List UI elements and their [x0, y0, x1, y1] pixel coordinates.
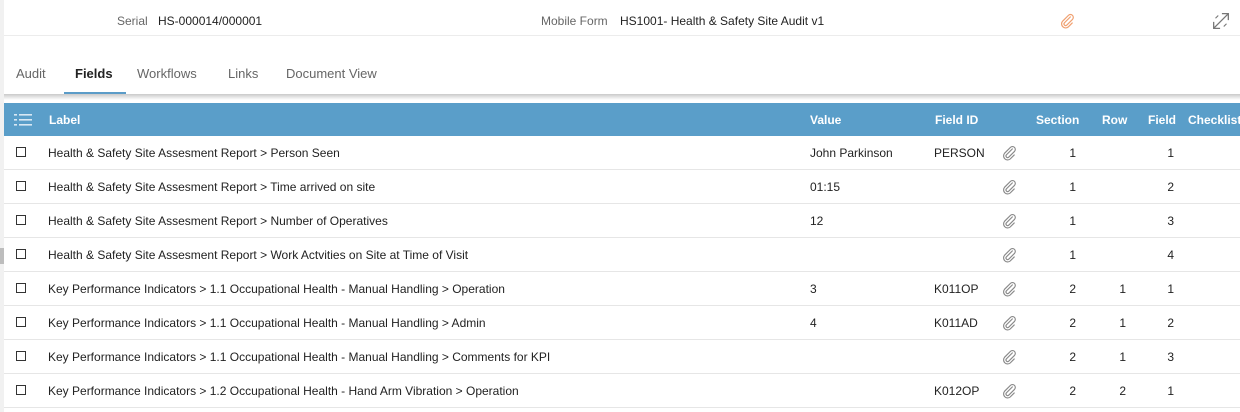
row-row: 1 — [1119, 282, 1126, 296]
row-field: 4 — [1167, 248, 1174, 262]
paperclip-icon[interactable] — [1000, 280, 1018, 298]
row-value: John Parkinson — [810, 146, 893, 160]
paperclip-icon[interactable] — [1000, 178, 1018, 196]
row-field-id: K012OP — [934, 384, 980, 398]
row-field: 3 — [1167, 214, 1174, 228]
record-header: Serial HS-000014/000001 Mobile Form HS10… — [4, 0, 1240, 36]
row-label: Key Performance Indicators > 1.1 Occupat… — [48, 282, 505, 296]
row-section: 2 — [1069, 316, 1076, 330]
row-row: 1 — [1119, 316, 1126, 330]
row-section: 2 — [1069, 350, 1076, 364]
serial-label: Serial — [117, 14, 148, 28]
row-field-id: PERSON — [934, 146, 985, 160]
row-label: Key Performance Indicators > 1.2 Occupat… — [48, 384, 519, 398]
list-menu-icon[interactable] — [14, 113, 32, 127]
row-label: Health & Safety Site Assesment Report > … — [48, 180, 376, 194]
row-checkbox[interactable] — [16, 181, 26, 191]
paperclip-icon[interactable] — [1000, 246, 1018, 264]
tab-document-view[interactable]: Document View — [286, 66, 377, 81]
row-checkbox[interactable] — [16, 147, 26, 157]
row-value: 12 — [810, 214, 824, 228]
row-field: 1 — [1167, 384, 1174, 398]
row-checkbox[interactable] — [16, 249, 26, 259]
row-row: 1 — [1119, 350, 1126, 364]
table-row[interactable]: Key Performance Indicators > 1.1 Occupat… — [4, 340, 1240, 374]
row-field: 1 — [1167, 282, 1174, 296]
row-value: 4 — [810, 316, 817, 330]
row-label: Key Performance Indicators > 1.1 Occupat… — [48, 350, 551, 364]
row-field: 2 — [1167, 180, 1174, 194]
fields-table: Label Value Field ID Section Row Field C… — [4, 103, 1240, 408]
paperclip-icon[interactable] — [1058, 12, 1076, 30]
table-row[interactable]: Health & Safety Site Assesment Report > … — [4, 170, 1240, 204]
row-checkbox[interactable] — [16, 351, 26, 361]
row-checkbox[interactable] — [16, 385, 26, 395]
column-header-label[interactable]: Label — [49, 113, 80, 127]
tab-workflows[interactable]: Workflows — [137, 66, 197, 81]
row-checkbox[interactable] — [16, 317, 26, 327]
row-section: 1 — [1069, 180, 1076, 194]
row-checkbox[interactable] — [16, 283, 26, 293]
paperclip-icon[interactable] — [1000, 144, 1018, 162]
row-field-id: K011AD — [934, 316, 978, 330]
row-label: Health & Safety Site Assesment Report > … — [48, 146, 340, 160]
column-header-field[interactable]: Field — [1148, 113, 1176, 127]
column-header-section[interactable]: Section — [1036, 113, 1079, 127]
table-body: Health & Safety Site Assesment Report > … — [4, 136, 1240, 408]
row-section: 2 — [1069, 282, 1076, 296]
row-field: 1 — [1167, 146, 1174, 160]
paperclip-icon[interactable] — [1000, 212, 1018, 230]
row-field: 2 — [1167, 316, 1174, 330]
column-header-checklist[interactable]: Checklist — [1188, 113, 1240, 127]
column-header-row[interactable]: Row — [1102, 113, 1127, 127]
paperclip-icon[interactable] — [1000, 314, 1018, 332]
row-section: 1 — [1069, 214, 1076, 228]
tab-audit[interactable]: Audit — [16, 66, 46, 81]
row-field: 3 — [1167, 350, 1174, 364]
table-row[interactable]: Key Performance Indicators > 1.2 Occupat… — [4, 374, 1240, 408]
mobile-form-label: Mobile Form — [541, 14, 608, 28]
table-row[interactable]: Health & Safety Site Assesment Report > … — [4, 136, 1240, 170]
row-checkbox[interactable] — [16, 215, 26, 225]
row-value: 01:15 — [810, 180, 841, 194]
table-header: Label Value Field ID Section Row Field C… — [4, 103, 1240, 136]
serial-value: HS-000014/000001 — [158, 14, 263, 28]
row-row: 2 — [1119, 384, 1126, 398]
table-row[interactable]: Key Performance Indicators > 1.1 Occupat… — [4, 272, 1240, 306]
tab-fields[interactable]: Fields — [75, 66, 113, 81]
row-label: Key Performance Indicators > 1.1 Occupat… — [48, 316, 486, 330]
row-section: 1 — [1069, 146, 1076, 160]
row-section: 1 — [1069, 248, 1076, 262]
row-label: Health & Safety Site Assesment Report > … — [48, 214, 388, 228]
column-header-value[interactable]: Value — [810, 113, 841, 127]
table-row[interactable]: Key Performance Indicators > 1.1 Occupat… — [4, 306, 1240, 340]
row-field-id: K011OP — [934, 282, 979, 296]
row-section: 2 — [1069, 384, 1076, 398]
mobile-form-value: HS1001- Health & Safety Site Audit v1 — [620, 14, 825, 28]
tab-bar-shadow — [4, 94, 1240, 100]
table-row[interactable]: Health & Safety Site Assesment Report > … — [4, 204, 1240, 238]
tab-links[interactable]: Links — [228, 66, 258, 81]
column-header-field-id[interactable]: Field ID — [935, 113, 978, 127]
paperclip-icon[interactable] — [1000, 348, 1018, 366]
paperclip-icon[interactable] — [1000, 382, 1018, 400]
expand-icon[interactable] — [1210, 10, 1232, 32]
row-label: Health & Safety Site Assesment Report > … — [48, 248, 469, 262]
tab-bar: Audit Fields Workflows Links Document Vi… — [4, 36, 1240, 95]
row-value: 3 — [810, 282, 817, 296]
table-row[interactable]: Health & Safety Site Assesment Report > … — [4, 238, 1240, 272]
